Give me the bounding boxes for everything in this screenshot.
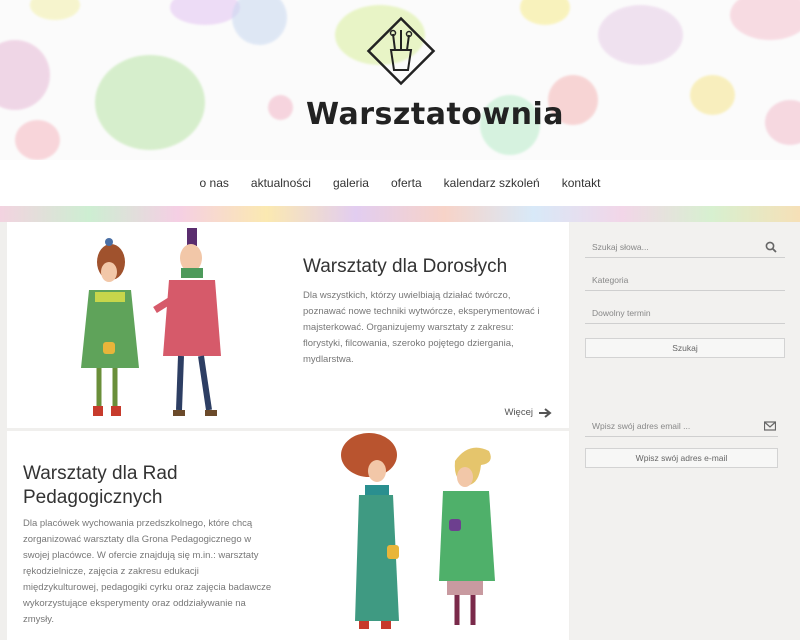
watercolor-blob [598,5,683,65]
nav-item-kalendarz-szkolen[interactable]: kalendarz szkoleń [444,176,540,190]
card-description: Dla wszystkich, którzy uwielbiają działa… [303,290,540,365]
mail-icon [764,421,776,431]
nav-item-oferta[interactable]: oferta [391,176,422,190]
more-link-label: Więcej [504,407,533,418]
offer-card-adults: Warsztaty dla Dorosłych Dla wszystkich, … [7,222,569,428]
decorative-strip [0,206,800,222]
nav-item-o-nas[interactable]: o nas [200,176,229,190]
watercolor-blob [268,95,293,120]
search-input[interactable]: Szukaj słowa... [585,238,785,258]
watercolor-blob [520,0,570,25]
category-select[interactable]: Kategoria [585,271,785,291]
more-link[interactable]: Więcej [504,407,553,418]
sidebar: Szukaj słowa... Kategoria Dowolny termin… [570,222,800,640]
site-logo[interactable]: Warsztatownia [306,14,565,144]
offer-card-teachers: Warsztaty dla Rad Pedagogicznych Dla pla… [7,431,569,640]
watercolor-blob [15,120,60,160]
category-select-placeholder: Kategoria [592,275,629,285]
watercolor-blob [730,0,800,40]
search-button[interactable]: Szukaj [585,338,785,358]
newsletter-email-input[interactable]: Wpisz swój adres email ... [585,417,778,437]
newsletter-email-placeholder: Wpisz swój adres email ... [592,421,691,431]
newsletter-submit-button[interactable]: Wpisz swój adres e-mail [585,448,778,468]
nav-item-aktualnosci[interactable]: aktualności [251,176,311,190]
site-header: Warsztatownia [0,0,800,160]
watercolor-blob [0,40,50,110]
watercolor-blob [690,75,735,115]
watercolor-blob [765,100,800,145]
watercolor-blob [170,0,240,25]
illustration-adults [81,228,221,416]
main-content: Warsztaty dla Dorosłych Dla wszystkich, … [0,222,570,640]
pencil-cup-logo-icon [366,16,436,86]
search-icon[interactable] [765,241,777,253]
date-select[interactable]: Dowolny termin [585,304,785,324]
search-input-placeholder: Szukaj słowa... [592,242,649,252]
arrow-right-icon [539,407,552,418]
watercolor-blob [95,55,205,150]
watercolor-blob [232,0,287,45]
nav-item-kontakt[interactable]: kontakt [562,176,601,190]
main-nav: o nas aktualności galeria oferta kalenda… [0,160,800,206]
card-title[interactable]: Warsztaty dla Dorosłych [303,255,507,279]
card-title[interactable]: Warsztaty dla Rad Pedagogicznych [23,462,273,510]
card-description: Dla placówek wychowania przedszkolnego, … [23,518,272,625]
nav-item-galeria[interactable]: galeria [333,176,369,190]
watercolor-blob [30,0,80,20]
date-select-placeholder: Dowolny termin [592,308,651,318]
site-name: Warsztatownia [306,97,565,132]
illustration-teachers [341,433,495,629]
